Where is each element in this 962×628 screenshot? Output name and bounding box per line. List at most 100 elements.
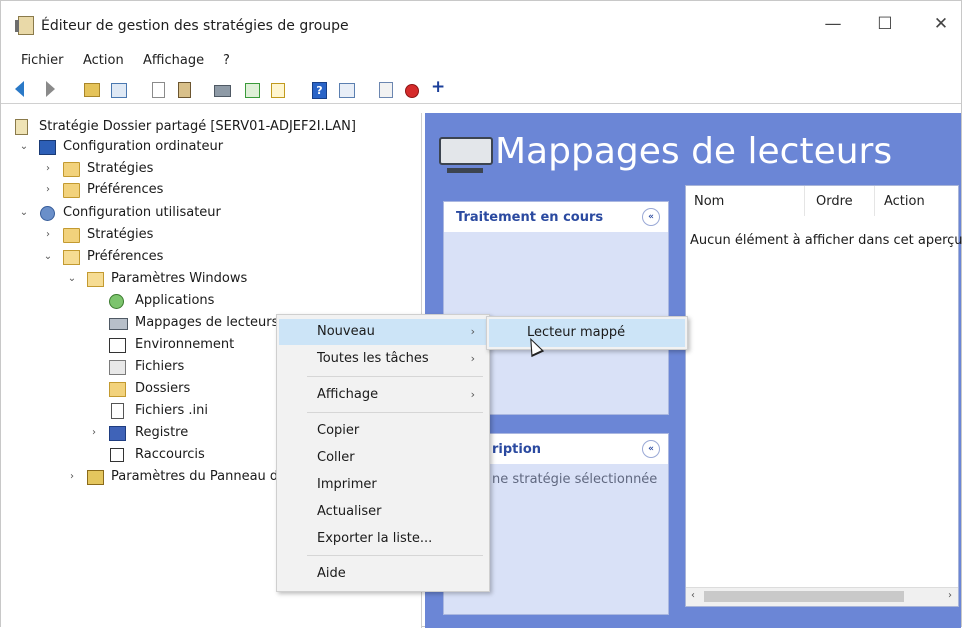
drive-map-icon xyxy=(439,137,493,173)
help-icon[interactable]: ? xyxy=(312,82,327,99)
forward-icon[interactable] xyxy=(46,81,55,97)
scrollbar-thumb[interactable] xyxy=(704,591,904,602)
tree-root-label: Stratégie Dossier partagé [SERV01-ADJEF2… xyxy=(39,119,356,134)
chevron-down-icon[interactable]: ⌄ xyxy=(19,137,29,157)
menu-item-label: Exporter la liste... xyxy=(317,531,433,546)
tree-label: Préférences xyxy=(87,182,164,197)
folder-icon xyxy=(63,183,80,198)
chevron-right-icon[interactable]: › xyxy=(67,467,77,487)
tree-label: Stratégies xyxy=(87,227,154,242)
computer-icon xyxy=(39,140,56,155)
window-title: Éditeur de gestion des stratégies de gro… xyxy=(41,18,349,34)
copy-icon[interactable] xyxy=(152,82,165,98)
menu-item-label: Nouveau xyxy=(317,324,375,339)
collapse-icon[interactable]: « xyxy=(642,440,660,458)
chevron-right-icon[interactable]: › xyxy=(43,225,53,245)
menu-help[interactable]: ? xyxy=(223,53,230,68)
scroll-left-icon[interactable]: ‹ xyxy=(691,590,695,601)
scroll-right-icon[interactable]: › xyxy=(948,590,952,601)
menu-item-print[interactable]: Imprimer xyxy=(279,472,487,498)
pane-title: Mappages de lecteurs xyxy=(495,131,893,172)
maximize-button[interactable]: ☐ xyxy=(873,13,897,35)
scan-icon[interactable] xyxy=(379,82,393,98)
tree-label: Fichiers .ini xyxy=(135,403,208,418)
refresh-icon[interactable] xyxy=(245,83,260,98)
tree-label: Paramètres du Panneau d xyxy=(111,469,279,484)
menu-action[interactable]: Action xyxy=(83,53,124,68)
tree-label: Configuration ordinateur xyxy=(63,139,224,154)
ini-file-icon xyxy=(111,403,124,419)
control-panel-icon xyxy=(87,470,104,485)
horizontal-scrollbar[interactable]: ‹ › xyxy=(686,587,958,606)
menu-separator xyxy=(307,376,483,377)
description-panel-title: ription xyxy=(492,442,542,457)
items-list[interactable]: Nom Ordre Action Aucun élément à affiche… xyxy=(685,185,962,607)
submenu-arrow-icon: › xyxy=(470,325,475,338)
files-icon xyxy=(109,360,126,375)
chevron-down-icon[interactable]: ⌄ xyxy=(67,269,77,289)
chevron-right-icon[interactable]: › xyxy=(43,159,53,179)
menu-separator xyxy=(307,555,483,556)
tree-label: Environnement xyxy=(135,337,235,352)
export-list-icon[interactable] xyxy=(271,83,285,98)
title-bar: Éditeur de gestion des stratégies de gro… xyxy=(1,1,961,47)
menu-item-all-tasks[interactable]: Toutes les tâches › xyxy=(279,346,487,372)
menu-bar: Fichier Action Affichage ? xyxy=(1,47,961,73)
processing-panel-header: Traitement en cours « xyxy=(444,202,668,232)
chevron-down-icon[interactable]: ⌄ xyxy=(43,247,53,267)
applications-icon xyxy=(109,294,124,309)
tree-label: Applications xyxy=(135,293,215,308)
chevron-right-icon[interactable]: › xyxy=(43,180,53,200)
toolbar: ? + xyxy=(1,75,961,104)
chevron-down-icon[interactable]: ⌄ xyxy=(19,203,29,223)
tree-label: Fichiers xyxy=(135,359,185,374)
column-divider[interactable] xyxy=(874,186,875,216)
back-icon[interactable] xyxy=(15,81,24,97)
menu-item-new[interactable]: Nouveau › xyxy=(279,319,487,345)
menu-item-mapped-drive[interactable]: Lecteur mappé xyxy=(489,319,685,347)
stop-icon[interactable] xyxy=(405,84,419,98)
submenu-arrow-icon: › xyxy=(470,352,475,365)
close-button[interactable]: ✕ xyxy=(929,13,953,35)
menu-item-label: Aide xyxy=(317,566,346,581)
tree-label: Configuration utilisateur xyxy=(63,205,221,220)
menu-item-copy[interactable]: Copier xyxy=(279,418,487,444)
print-icon[interactable] xyxy=(214,85,231,97)
processing-panel-title: Traitement en cours xyxy=(456,210,604,225)
tree-label: Registre xyxy=(135,425,189,440)
menu-affichage[interactable]: Affichage xyxy=(143,53,204,68)
menu-item-refresh[interactable]: Actualiser xyxy=(279,499,487,525)
tree-label: Mappages de lecteurs xyxy=(135,315,279,330)
column-header-name[interactable]: Nom xyxy=(694,194,724,209)
folder-open-icon xyxy=(87,272,104,287)
show-hide-tree-icon[interactable] xyxy=(111,83,127,98)
collapse-icon[interactable]: « xyxy=(642,208,660,226)
properties-icon[interactable] xyxy=(339,83,355,98)
paste-icon[interactable] xyxy=(178,82,191,98)
new-submenu: Lecteur mappé xyxy=(486,316,688,350)
menu-item-view[interactable]: Affichage › xyxy=(279,382,487,408)
menu-item-label: Toutes les tâches xyxy=(317,351,429,366)
column-header-order[interactable]: Ordre xyxy=(816,194,853,209)
folder-icon xyxy=(63,228,80,243)
column-header-action[interactable]: Action xyxy=(884,194,925,209)
folder-up-icon[interactable] xyxy=(84,83,100,97)
folder-open-icon xyxy=(63,250,80,265)
registry-icon xyxy=(109,426,126,441)
menu-item-paste[interactable]: Coller xyxy=(279,445,487,471)
chevron-right-icon[interactable]: › xyxy=(89,423,99,443)
menu-fichier[interactable]: Fichier xyxy=(21,53,64,68)
menu-item-export-list[interactable]: Exporter la liste... xyxy=(279,526,487,552)
add-icon[interactable]: + xyxy=(431,77,445,97)
tree-label: Préférences xyxy=(87,249,164,264)
empty-list-message: Aucun élément à afficher dans cet aperçu… xyxy=(690,233,962,248)
environment-icon xyxy=(109,338,126,353)
minimize-button[interactable]: — xyxy=(821,13,845,35)
description-text: ne stratégie sélectionnée xyxy=(492,472,658,487)
column-divider[interactable] xyxy=(804,186,805,216)
tree-label: Dossiers xyxy=(135,381,191,396)
menu-item-help[interactable]: Aide xyxy=(279,561,487,587)
folder-icon xyxy=(63,162,80,177)
gpo-editor-window: Éditeur de gestion des stratégies de gro… xyxy=(0,0,962,628)
menu-item-label: Coller xyxy=(317,450,355,465)
